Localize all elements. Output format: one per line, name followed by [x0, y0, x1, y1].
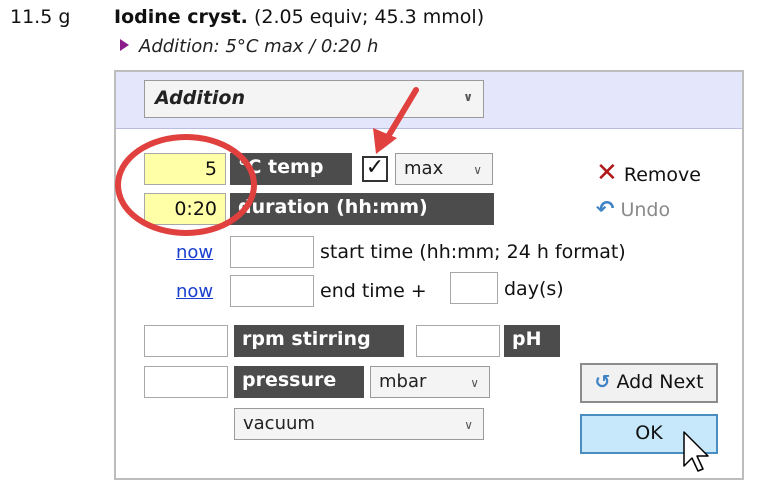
highlight-circle: [115, 134, 257, 236]
pointer-arrow-icon: [373, 87, 419, 154]
mouse-cursor-icon: [683, 431, 709, 472]
annotation-overlay: [115, 87, 709, 472]
